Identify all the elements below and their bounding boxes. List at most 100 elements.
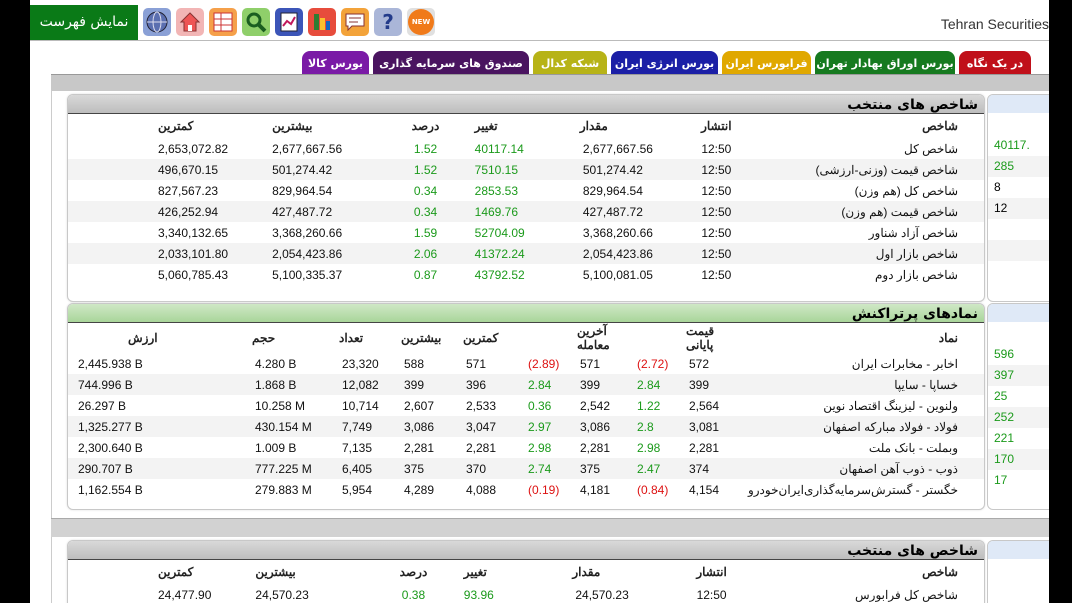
- table-row[interactable]: ولنوین - لیزینگ اقتصاد نوین 2,564 1.22 2,54…: [68, 395, 984, 416]
- trade-volume: 279.883 M: [255, 482, 312, 497]
- publish-time: 12:50: [701, 267, 732, 282]
- table-row[interactable]: خگستر - گسترش‌سرمایه‌گذاری‌ایران‌خودرو 4,…: [68, 479, 984, 500]
- tab-at-a-glance[interactable]: در یک نگاه: [959, 51, 1031, 75]
- last-change: 2.84: [524, 374, 576, 395]
- high-price: 4,289: [404, 482, 435, 497]
- symbol-name: فولاد - فولاد مبارکه اصفهان: [737, 416, 984, 437]
- last-change: 0.36: [528, 398, 552, 413]
- close-price: 374: [685, 458, 737, 479]
- index-low: 24,477.90: [158, 587, 212, 602]
- symbol-name: اخابر - مخابرات ایران: [851, 356, 958, 371]
- low-price: 396: [462, 374, 524, 395]
- high-price: 2,281: [404, 440, 435, 455]
- close-price: 2,281: [689, 440, 720, 455]
- table-row[interactable]: شاخص بازار دوم 12:50 5,100,081.05 43792.52 0…: [68, 264, 984, 285]
- table-row[interactable]: شاخص کل فرابورس 12:50 24,570.23 93.96 0.38 24…: [68, 584, 984, 603]
- panel-title: شاخص های منتخب: [68, 95, 984, 114]
- publish-time: 12:50: [686, 159, 746, 180]
- col-time: انتشار: [701, 119, 732, 133]
- table-row[interactable]: شاخص بازار اول 12:50 2,054,423.86 41372.24 2…: [68, 243, 984, 264]
- tab-ifb[interactable]: فرابورس ایران: [722, 51, 811, 75]
- home-icon[interactable]: [176, 8, 204, 36]
- table-row[interactable]: وبملت - بانک ملت 2,281 2.98 2,281 2.98 2,281 2…: [68, 437, 984, 458]
- index-percent: 0.34: [413, 183, 438, 198]
- index-change: 43792.52: [474, 267, 525, 282]
- last-trade: 3,086: [576, 416, 633, 437]
- index-high: 2,677,667.56: [272, 141, 343, 156]
- last-change: 2.74: [524, 458, 576, 479]
- table-row[interactable]: شاخص قیمت (وزنی-ارزشی) 12:50 501,274.42 751…: [68, 159, 984, 180]
- index-high: 2,054,423.86: [232, 243, 397, 264]
- index-percent: 1.59: [413, 225, 438, 240]
- table-row[interactable]: فولاد - فولاد مبارکه اصفهان 3,081 2.8 3,086…: [68, 416, 984, 437]
- publish-time: 12:50: [686, 243, 746, 264]
- last-trade: 4,181: [580, 482, 611, 497]
- side-value: [988, 240, 1049, 261]
- side-value: [988, 219, 1049, 240]
- side-ifb-panel: [987, 540, 1049, 603]
- index-value: 2,054,423.86: [578, 243, 687, 264]
- tab-commodity-exchange[interactable]: بورس کالا: [302, 51, 369, 75]
- low-price: 2,281: [466, 440, 497, 455]
- show-menu-button[interactable]: نمایش فهرست: [30, 5, 138, 40]
- table-row[interactable]: شاخص قیمت (هم وزن) 12:50 427,487.72 1469.76…: [68, 201, 984, 222]
- index-name: شاخص آزاد شناور: [868, 225, 958, 240]
- tab-investment-funds[interactable]: صندوق های سرمایه گذاری: [373, 51, 529, 75]
- close-price: 4,154: [689, 482, 720, 497]
- side-value: 17: [994, 473, 1008, 487]
- book-icon[interactable]: [275, 8, 303, 36]
- trade-count: 5,954: [342, 482, 373, 497]
- table-row[interactable]: اخابر - مخابرات ایران 572 (2.72) 571 (2.89) 5…: [68, 353, 984, 374]
- table-row[interactable]: شاخص کل (هم وزن) 12:50 829,964.54 2853.53 0.…: [68, 180, 984, 201]
- col-time: انتشار: [696, 565, 727, 579]
- trade-value: 1,325.277 B: [68, 416, 251, 437]
- most-traded-symbols-panel: نمادهای پرتراکنش نماد قیمت پایانی آخرین …: [67, 303, 985, 510]
- index-name: شاخص بازار اول: [745, 243, 984, 264]
- close-change: 2.8: [633, 416, 685, 437]
- index-low: 5,060,785.43: [158, 267, 229, 282]
- selected-indices-panel: شاخص های منتخب شاخص انتشار مقدار تغییر د…: [67, 94, 985, 302]
- table-row[interactable]: خساپا - سایپا 399 2.84 399 2.84 396 399 12,082 1…: [68, 374, 984, 395]
- last-trade: 2,281: [580, 440, 611, 455]
- table-row[interactable]: ذوب - ذوب آهن اصفهان 374 2.47 375 2.74 370 375…: [68, 458, 984, 479]
- index-percent: 0.87: [413, 267, 438, 282]
- last-trade: 2,542: [580, 398, 611, 413]
- top-toolbar: نمایش فهرست ? NEW Tehran Securities: [30, 5, 1049, 41]
- help-icon[interactable]: ?: [374, 8, 402, 36]
- index-value: 501,274.42: [578, 159, 687, 180]
- search-icon[interactable]: [242, 8, 270, 36]
- table-row[interactable]: شاخص کل 12:50 2,677,667.56 40117.14 1.52 2,67…: [68, 138, 984, 159]
- trade-value: 26.297 B: [78, 398, 127, 413]
- trade-count: 7,749: [338, 416, 400, 437]
- publish-time: 12:50: [701, 225, 732, 240]
- side-value: 252: [988, 407, 1049, 428]
- table-row[interactable]: شاخص آزاد شناور 12:50 3,368,260.66 52704.09…: [68, 222, 984, 243]
- chart-icon[interactable]: [308, 8, 336, 36]
- table-icon[interactable]: [209, 8, 237, 36]
- high-price: 3,086: [400, 416, 462, 437]
- index-change: 40117.14: [474, 141, 524, 156]
- side-value: 285: [988, 156, 1049, 177]
- chat-icon[interactable]: [341, 8, 369, 36]
- side-value: 221: [994, 431, 1015, 445]
- globe-icon[interactable]: [143, 8, 171, 36]
- index-percent: 0.38: [401, 587, 426, 602]
- panel-title: شاخص های منتخب: [68, 541, 984, 560]
- side-value: 25: [994, 389, 1008, 403]
- tab-codal[interactable]: شبکه کدال: [533, 51, 607, 75]
- index-value: 24,570.23: [575, 587, 629, 602]
- tab-tehran-stock-exchange[interactable]: بورس اوراق بهادار تهران: [815, 51, 955, 75]
- symbols-table: نماد قیمت پایانی آخرین معامله کمترین بیش…: [68, 323, 984, 500]
- tab-energy-exchange[interactable]: بورس انرژی ایران: [611, 51, 718, 75]
- index-name: شاخص کل فرابورس: [855, 587, 958, 602]
- index-value: 5,100,081.05: [582, 267, 653, 282]
- new-icon[interactable]: NEW: [407, 8, 435, 36]
- close-change: 2.47: [633, 458, 685, 479]
- index-name: شاخص کل: [904, 141, 958, 156]
- low-price: 2,533: [466, 398, 497, 413]
- last-trade: 375: [576, 458, 633, 479]
- high-price: 588: [404, 356, 425, 371]
- last-change: (0.19): [528, 482, 560, 497]
- site-title: Tehran Securities: [940, 16, 1049, 32]
- publish-time: 12:50: [701, 183, 732, 198]
